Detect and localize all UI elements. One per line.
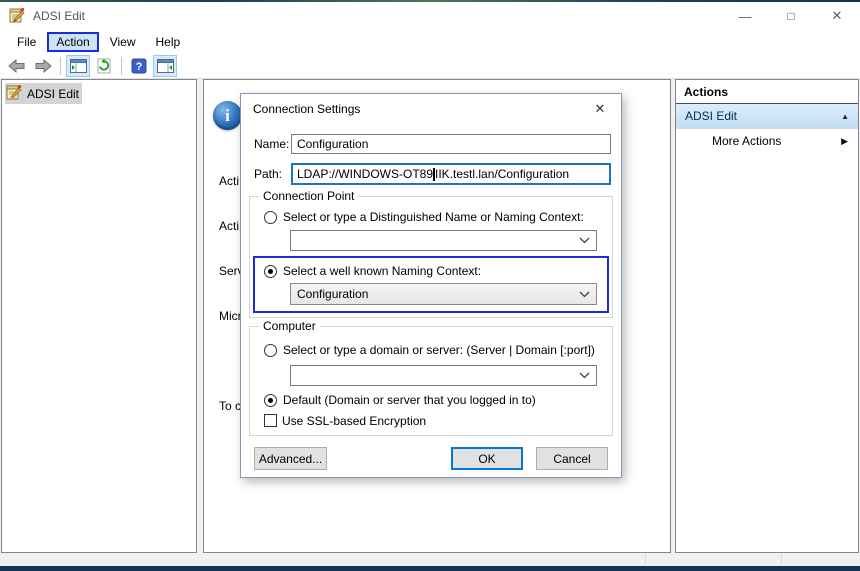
dialog-titlebar[interactable]: Connection Settings xyxy=(241,94,621,124)
computer-group: Computer Select or type a domain or serv… xyxy=(249,326,613,436)
show-action-pane-icon[interactable] xyxy=(153,55,177,77)
adsi-edit-node-icon xyxy=(6,84,22,103)
computer-legend: Computer xyxy=(259,319,320,333)
statusbar-separator xyxy=(781,554,782,565)
info-icon: i xyxy=(213,101,242,130)
default-domain-radio[interactable] xyxy=(264,394,277,407)
adsi-edit-app-icon xyxy=(9,7,25,26)
advanced-button[interactable]: Advanced... xyxy=(254,447,327,470)
connection-settings-dialog: Connection Settings ✕ Name: Configuratio… xyxy=(240,93,622,478)
actions-group-adsi-edit[interactable]: ADSI Edit ▲ xyxy=(676,104,858,129)
toolbar-separator xyxy=(121,57,122,75)
chevron-down-icon xyxy=(579,372,590,379)
chevron-down-icon xyxy=(579,291,590,298)
actions-item-more-actions[interactable]: More Actions ▶ xyxy=(676,129,858,153)
chevron-down-icon xyxy=(579,237,590,244)
maximize-button[interactable]: □ xyxy=(768,2,814,30)
tree-item-adsi-edit[interactable]: ADSI Edit xyxy=(5,83,82,104)
well-known-context-radio-label: Select a well known Naming Context: xyxy=(283,264,481,278)
status-bar xyxy=(0,553,860,566)
ok-button[interactable]: OK xyxy=(451,447,523,470)
show-console-tree-icon[interactable] xyxy=(66,55,90,77)
close-button[interactable]: ✕ xyxy=(814,2,860,30)
well-known-context-radio[interactable] xyxy=(264,265,277,278)
well-known-context-combo[interactable]: Configuration xyxy=(290,283,597,305)
window-titlebar: ADSI Edit — □ ✕ xyxy=(0,2,860,30)
window-controls: — □ ✕ xyxy=(722,2,860,30)
submenu-arrow-icon: ▶ xyxy=(841,136,848,147)
ssl-encryption-checkbox-label: Use SSL-based Encryption xyxy=(282,414,426,428)
console-tree-panel: ADSI Edit xyxy=(1,79,197,553)
menu-view[interactable]: View xyxy=(101,32,145,52)
distinguished-name-radio-label: Select or type a Distinguished Name or N… xyxy=(283,210,584,224)
forward-icon[interactable] xyxy=(31,55,55,77)
actions-panel-title: Actions xyxy=(676,80,858,104)
connection-point-legend: Connection Point xyxy=(259,189,358,203)
minimize-button[interactable]: — xyxy=(722,2,768,30)
dialog-title: Connection Settings xyxy=(253,102,360,116)
menu-bar: File Action View Help xyxy=(0,30,860,54)
svg-text:?: ? xyxy=(136,61,143,73)
name-input[interactable]: Configuration xyxy=(291,134,611,154)
statusbar-separator xyxy=(645,554,646,565)
toolbar-separator xyxy=(60,57,61,75)
connection-point-group: Connection Point Select or type a Distin… xyxy=(249,196,613,318)
menu-help[interactable]: Help xyxy=(147,32,190,52)
domain-server-combo[interactable] xyxy=(290,365,597,386)
distinguished-name-radio[interactable] xyxy=(264,211,277,224)
menu-action[interactable]: Action xyxy=(47,32,98,52)
window-title: ADSI Edit xyxy=(33,9,85,23)
collapse-icon[interactable]: ▲ xyxy=(841,112,849,121)
back-icon[interactable] xyxy=(5,55,29,77)
default-domain-radio-label: Default (Domain or server that you logge… xyxy=(283,393,536,407)
toolbar: ? xyxy=(0,54,860,79)
distinguished-name-combo[interactable] xyxy=(290,230,597,251)
ssl-encryption-checkbox[interactable] xyxy=(264,414,277,427)
desktop-edge-bottom xyxy=(0,566,860,571)
dialog-close-icon[interactable]: ✕ xyxy=(585,97,615,121)
domain-server-radio-label: Select or type a domain or server: (Serv… xyxy=(283,343,595,357)
actions-panel: Actions ADSI Edit ▲ More Actions ▶ xyxy=(675,79,859,553)
refresh-icon[interactable] xyxy=(92,55,116,77)
name-label: Name: xyxy=(254,137,289,151)
cancel-button[interactable]: Cancel xyxy=(536,447,608,470)
path-label: Path: xyxy=(254,167,282,181)
tree-item-label: ADSI Edit xyxy=(27,87,79,101)
menu-file[interactable]: File xyxy=(8,32,45,52)
help-icon[interactable]: ? xyxy=(127,55,151,77)
domain-server-radio[interactable] xyxy=(264,344,277,357)
path-input[interactable]: LDAP://WINDOWS-OT89IIK.testl.lan/Configu… xyxy=(291,163,611,185)
